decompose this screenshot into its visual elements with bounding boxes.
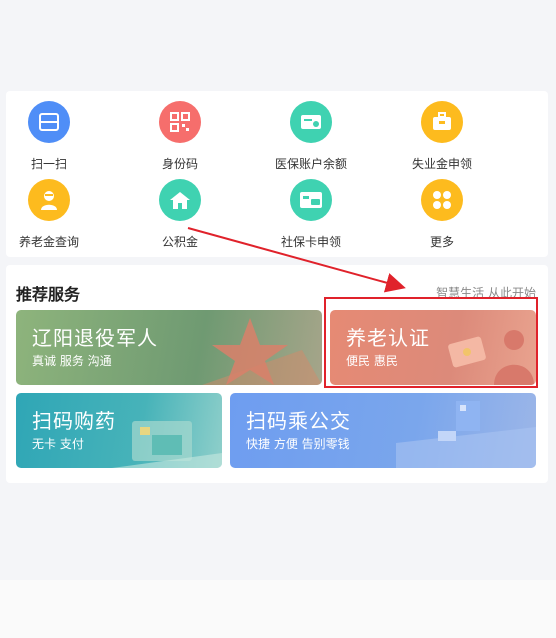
annotation-arrow <box>187 227 406 293</box>
bottom-area <box>0 580 556 638</box>
